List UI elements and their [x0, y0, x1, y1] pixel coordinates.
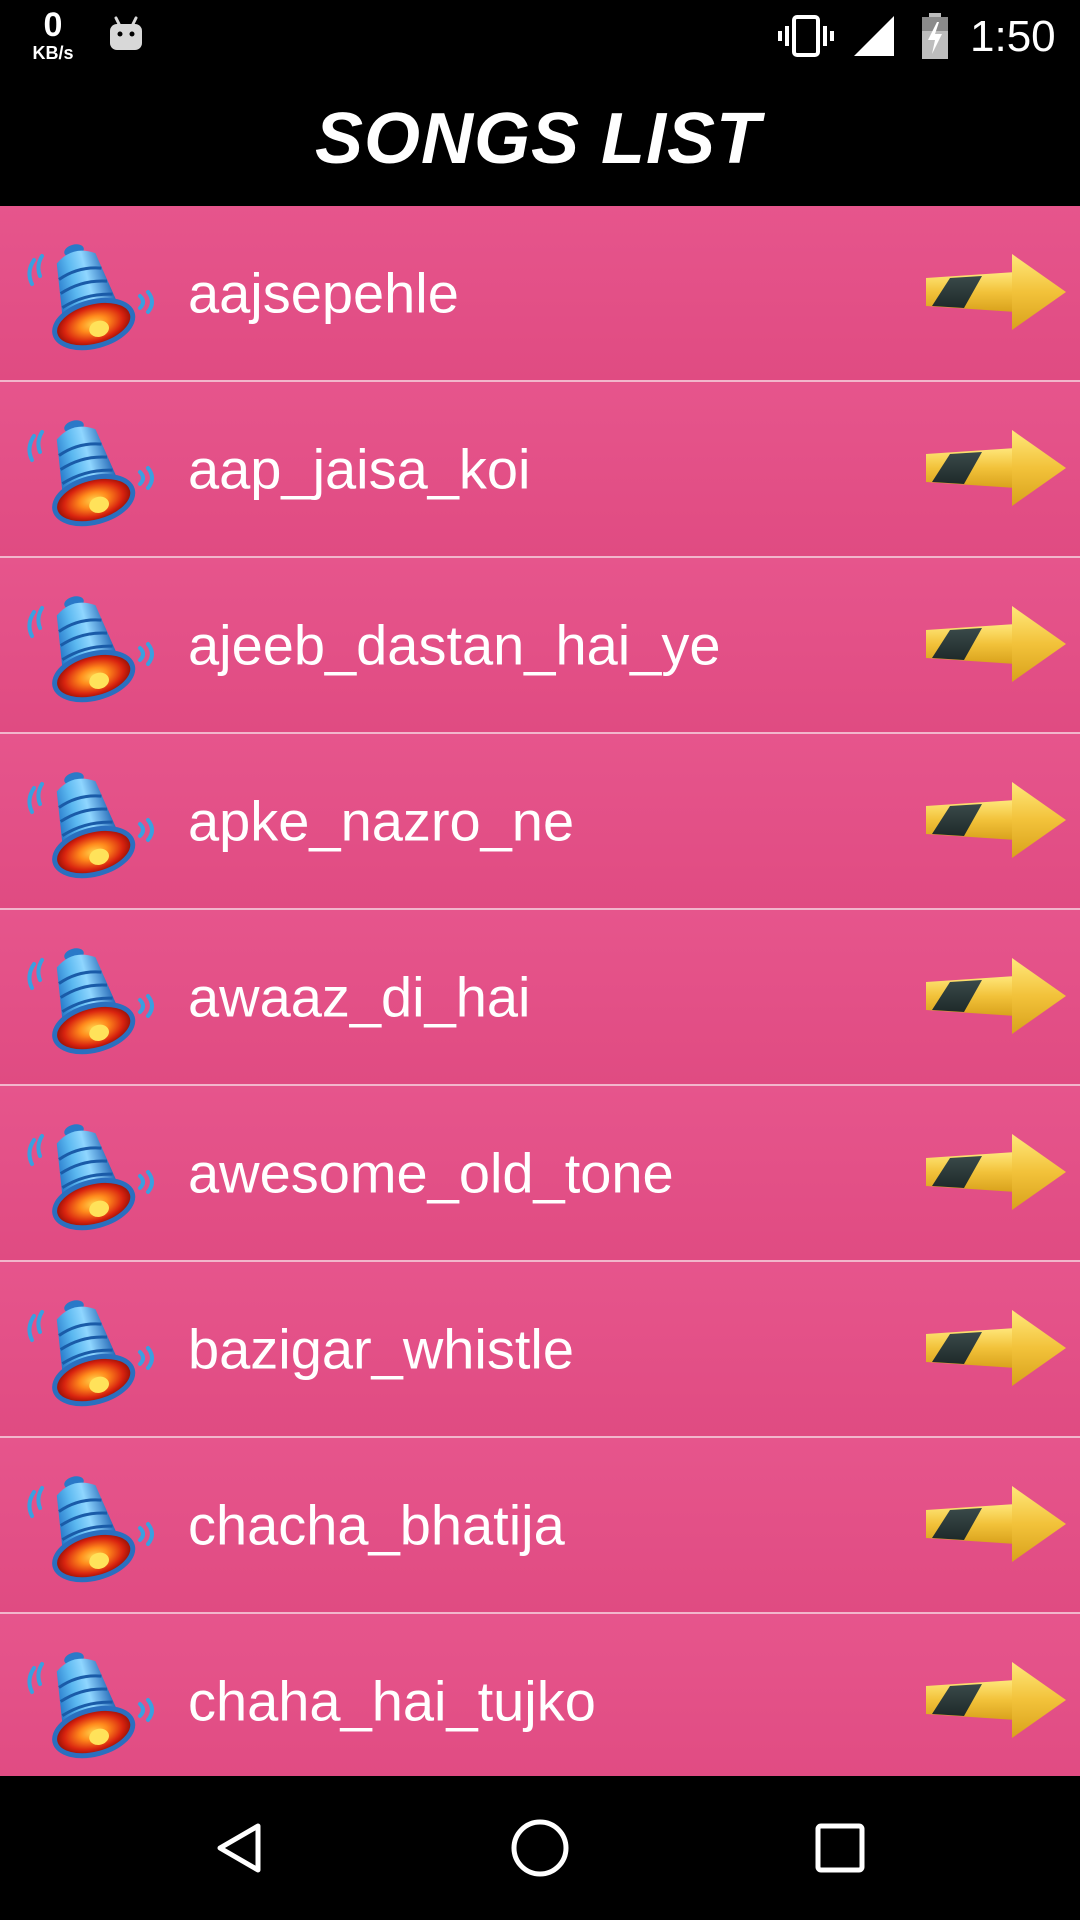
- network-speed-value: 0: [43, 6, 63, 44]
- recents-icon[interactable]: [804, 1812, 876, 1884]
- status-bar: 0 KB/s 1:50: [0, 0, 1080, 72]
- song-name: awaaz_di_hai: [188, 965, 531, 1029]
- song-row[interactable]: apke_nazro_ne: [0, 734, 1080, 910]
- bell-icon: [12, 1628, 162, 1776]
- song-name: apke_nazro_ne: [188, 789, 575, 853]
- arrow-right-icon[interactable]: [920, 1660, 1068, 1740]
- battery-charging-icon: [920, 12, 950, 64]
- android-icon: [106, 14, 146, 58]
- bell-icon: [12, 1100, 162, 1252]
- bell-icon: [12, 924, 162, 1076]
- song-name: aajsepehle: [188, 261, 459, 325]
- song-name: bazigar_whistle: [188, 1317, 574, 1381]
- vibrate-icon: [778, 14, 834, 62]
- network-speed-indicator: 0 KB/s: [24, 8, 82, 62]
- song-row[interactable]: aap_jaisa_koi: [0, 382, 1080, 558]
- song-row[interactable]: bazigar_whistle: [0, 1262, 1080, 1438]
- app-header: SONGS LIST: [0, 72, 1080, 206]
- bell-icon: [12, 572, 162, 724]
- back-icon[interactable]: [204, 1812, 276, 1884]
- song-name: aap_jaisa_koi: [188, 437, 531, 501]
- arrow-right-icon[interactable]: [920, 604, 1068, 684]
- song-name: chaha_hai_tujko: [188, 1669, 596, 1733]
- song-row[interactable]: chaha_hai_tujko: [0, 1614, 1080, 1776]
- arrow-right-icon[interactable]: [920, 252, 1068, 332]
- clock: 1:50: [970, 12, 1056, 61]
- arrow-right-icon[interactable]: [920, 956, 1068, 1036]
- signal-icon: [852, 14, 896, 62]
- song-name: chacha_bhatija: [188, 1493, 565, 1557]
- arrow-right-icon[interactable]: [920, 1484, 1068, 1564]
- song-name: awesome_old_tone: [188, 1141, 674, 1205]
- arrow-right-icon[interactable]: [920, 1308, 1068, 1388]
- bell-icon: [12, 1452, 162, 1604]
- arrow-right-icon[interactable]: [920, 780, 1068, 860]
- bell-icon: [12, 748, 162, 900]
- song-row[interactable]: awesome_old_tone: [0, 1086, 1080, 1262]
- song-list[interactable]: aajsepehle aap_jaisa_koi ajeeb_dastan_ha…: [0, 206, 1080, 1776]
- song-row[interactable]: aajsepehle: [0, 206, 1080, 382]
- arrow-right-icon[interactable]: [920, 1132, 1068, 1212]
- home-icon[interactable]: [504, 1812, 576, 1884]
- navigation-bar: [0, 1776, 1080, 1920]
- page-title: SONGS LIST: [314, 99, 762, 179]
- song-row[interactable]: ajeeb_dastan_hai_ye: [0, 558, 1080, 734]
- song-row[interactable]: chacha_bhatija: [0, 1438, 1080, 1614]
- bell-icon: [12, 220, 162, 372]
- song-row[interactable]: awaaz_di_hai: [0, 910, 1080, 1086]
- bell-icon: [12, 1276, 162, 1428]
- bell-icon: [12, 396, 162, 548]
- song-name: ajeeb_dastan_hai_ye: [188, 613, 721, 677]
- arrow-right-icon[interactable]: [920, 428, 1068, 508]
- network-speed-unit: KB/s: [32, 43, 74, 63]
